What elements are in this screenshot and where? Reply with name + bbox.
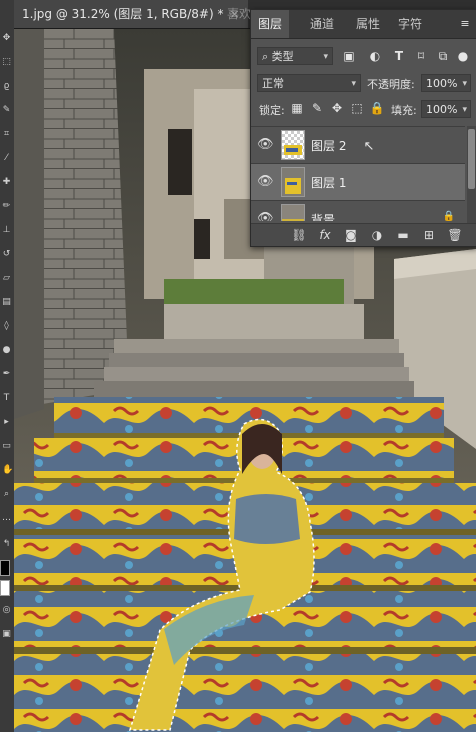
foreground-color-swatch[interactable] bbox=[0, 560, 10, 576]
document-tab-title: 1.jpg @ 31.2% (图层 1, RGB/8#) * bbox=[22, 7, 224, 21]
chevron-down-icon: ▾ bbox=[462, 79, 467, 89]
filter-smart-object-icon[interactable]: ⧉ bbox=[435, 48, 451, 64]
healing-tool-icon[interactable]: ✚ bbox=[2, 178, 11, 187]
layer-row-selected[interactable]: 👁 图层 1 bbox=[251, 163, 465, 200]
blur-tool-icon[interactable]: ◊ bbox=[2, 322, 11, 331]
filter-toggle-icon[interactable]: ● bbox=[455, 48, 471, 64]
search-icon: ⌕ bbox=[262, 50, 272, 63]
layer-name[interactable]: 图层 1 bbox=[311, 174, 346, 191]
eraser-tool-icon[interactable]: ▱ bbox=[2, 274, 11, 283]
tab-character[interactable]: 字符 bbox=[391, 10, 429, 38]
quick-select-tool-icon[interactable]: ✎ bbox=[2, 106, 11, 115]
document-tab-active[interactable]: 1.jpg @ 31.2% (图层 1, RGB/8#) * × bbox=[14, 0, 248, 28]
delete-layer-icon[interactable]: 🗑 bbox=[447, 227, 463, 243]
fill-label: 填充: bbox=[391, 104, 417, 117]
lock-all-icon[interactable]: 🔒 bbox=[369, 100, 385, 116]
adjustment-layer-icon[interactable]: ◑ bbox=[369, 227, 385, 243]
lasso-tool-icon[interactable]: ϱ bbox=[2, 82, 11, 91]
tab-properties[interactable]: 属性 bbox=[349, 10, 387, 38]
fill-value: 100% bbox=[426, 103, 458, 116]
layer-row[interactable]: 👁 图层 2 ↖ bbox=[251, 126, 465, 163]
lock-label: 锁定: bbox=[259, 104, 285, 117]
panel-menu-icon[interactable]: ≡ bbox=[457, 16, 473, 32]
opacity-field[interactable]: 100% ▾ bbox=[421, 74, 471, 92]
layer-name[interactable]: 图层 2 bbox=[311, 137, 346, 154]
background-color-swatch[interactable] bbox=[0, 580, 10, 596]
layer-filter-label: 类型 bbox=[271, 50, 294, 63]
brush-tool-icon[interactable]: ✏ bbox=[2, 202, 11, 211]
stamp-tool-icon[interactable]: ⊥ bbox=[2, 226, 11, 235]
new-layer-icon[interactable]: ⊞ bbox=[421, 227, 437, 243]
lock-icon: 🔒 bbox=[442, 211, 456, 221]
quick-mask-icon[interactable]: ◎ bbox=[2, 606, 11, 615]
lock-transparency-icon[interactable]: ▦ bbox=[289, 100, 305, 116]
layer-row[interactable]: 👁 背景 🔒 bbox=[251, 200, 465, 221]
opacity-value: 100% bbox=[426, 77, 458, 90]
link-layers-icon[interactable]: ⛓ bbox=[291, 227, 307, 243]
move-tool-icon[interactable]: ✥ bbox=[2, 34, 11, 43]
eye-icon[interactable]: 👁 bbox=[257, 174, 274, 190]
zoom-tool-icon[interactable]: ⌕ bbox=[2, 490, 11, 499]
gradient-tool-icon[interactable]: ▤ bbox=[2, 298, 11, 307]
more-tools-icon[interactable]: … bbox=[2, 514, 11, 523]
filter-type-icon[interactable]: T bbox=[391, 48, 407, 64]
tools-panel: ✥ ⬚ ϱ ✎ ⌗ ⁄ ✚ ✏ ⊥ ↺ ▱ ▤ ◊ ● ✒ T ▸ ▭ ✋ ⌕ … bbox=[0, 0, 15, 732]
tab-channels[interactable]: 通道 bbox=[303, 10, 341, 38]
blend-mode-value: 正常 bbox=[262, 77, 284, 90]
chevron-down-icon: ▾ bbox=[462, 105, 467, 115]
chevron-down-icon: ▾ bbox=[351, 79, 356, 89]
dodge-tool-icon[interactable]: ● bbox=[2, 346, 11, 355]
panel-tab-bar: 图层 通道 属性 字符 ≡ bbox=[251, 10, 476, 39]
layers-panel: 图层 通道 属性 字符 ≡ ⌕ 类型 ▾ ▣ ◐ T ⌑ ⧉ ● 正常 ▾ 不透… bbox=[250, 9, 476, 247]
layer-name[interactable]: 背景 bbox=[311, 211, 335, 221]
filter-shape-icon[interactable]: ⌑ bbox=[413, 48, 429, 64]
document-tab-title-2: 喜欢 bbox=[227, 7, 252, 21]
eyedropper-tool-icon[interactable]: ⁄ bbox=[2, 154, 11, 163]
opacity-label: 不透明度: bbox=[367, 78, 415, 91]
add-mask-icon[interactable]: ◙ bbox=[343, 227, 359, 243]
eye-icon[interactable]: 👁 bbox=[257, 137, 274, 153]
layers-bottom-bar: ⛓ fx ◙ ◑ ▬ ⊞ 🗑 bbox=[251, 223, 476, 246]
lock-artboard-icon[interactable]: ⬚ bbox=[349, 100, 365, 116]
new-group-icon[interactable]: ▬ bbox=[395, 227, 411, 243]
path-select-tool-icon[interactable]: ▸ bbox=[2, 418, 11, 427]
screen-mode-icon[interactable]: ▣ bbox=[2, 630, 11, 639]
mouse-cursor-icon: ↖ bbox=[363, 139, 375, 154]
history-brush-icon[interactable]: ↺ bbox=[2, 250, 11, 259]
filter-pixel-icon[interactable]: ▣ bbox=[341, 48, 357, 64]
layer-thumbnail bbox=[281, 130, 305, 160]
shape-tool-icon[interactable]: ▭ bbox=[2, 442, 11, 451]
layer-thumbnail bbox=[281, 204, 305, 221]
lock-position-icon[interactable]: ✥ bbox=[329, 100, 345, 116]
chevron-down-icon: ▾ bbox=[323, 52, 328, 62]
layer-filter-dropdown[interactable]: ⌕ 类型 ▾ bbox=[257, 47, 333, 65]
layers-scrollbar[interactable] bbox=[467, 126, 476, 223]
filter-adjustment-icon[interactable]: ◐ bbox=[367, 48, 383, 64]
crop-tool-icon[interactable]: ⌗ bbox=[2, 130, 11, 139]
hand-tool-icon[interactable]: ✋ bbox=[2, 466, 13, 475]
layer-style-icon[interactable]: fx bbox=[317, 227, 333, 243]
layer-thumbnail bbox=[281, 167, 305, 197]
swap-colors-icon[interactable]: ↰ bbox=[2, 540, 11, 549]
blend-mode-dropdown[interactable]: 正常 ▾ bbox=[257, 74, 361, 92]
lock-image-icon[interactable]: ✎ bbox=[309, 100, 325, 116]
tab-layers[interactable]: 图层 bbox=[251, 10, 290, 38]
fill-field[interactable]: 100% ▾ bbox=[421, 100, 471, 118]
scrollbar-thumb[interactable] bbox=[468, 129, 475, 189]
type-tool-icon[interactable]: T bbox=[2, 394, 11, 403]
eye-icon[interactable]: 👁 bbox=[257, 211, 274, 221]
marquee-tool-icon[interactable]: ⬚ bbox=[2, 58, 11, 67]
pen-tool-icon[interactable]: ✒ bbox=[2, 370, 11, 379]
